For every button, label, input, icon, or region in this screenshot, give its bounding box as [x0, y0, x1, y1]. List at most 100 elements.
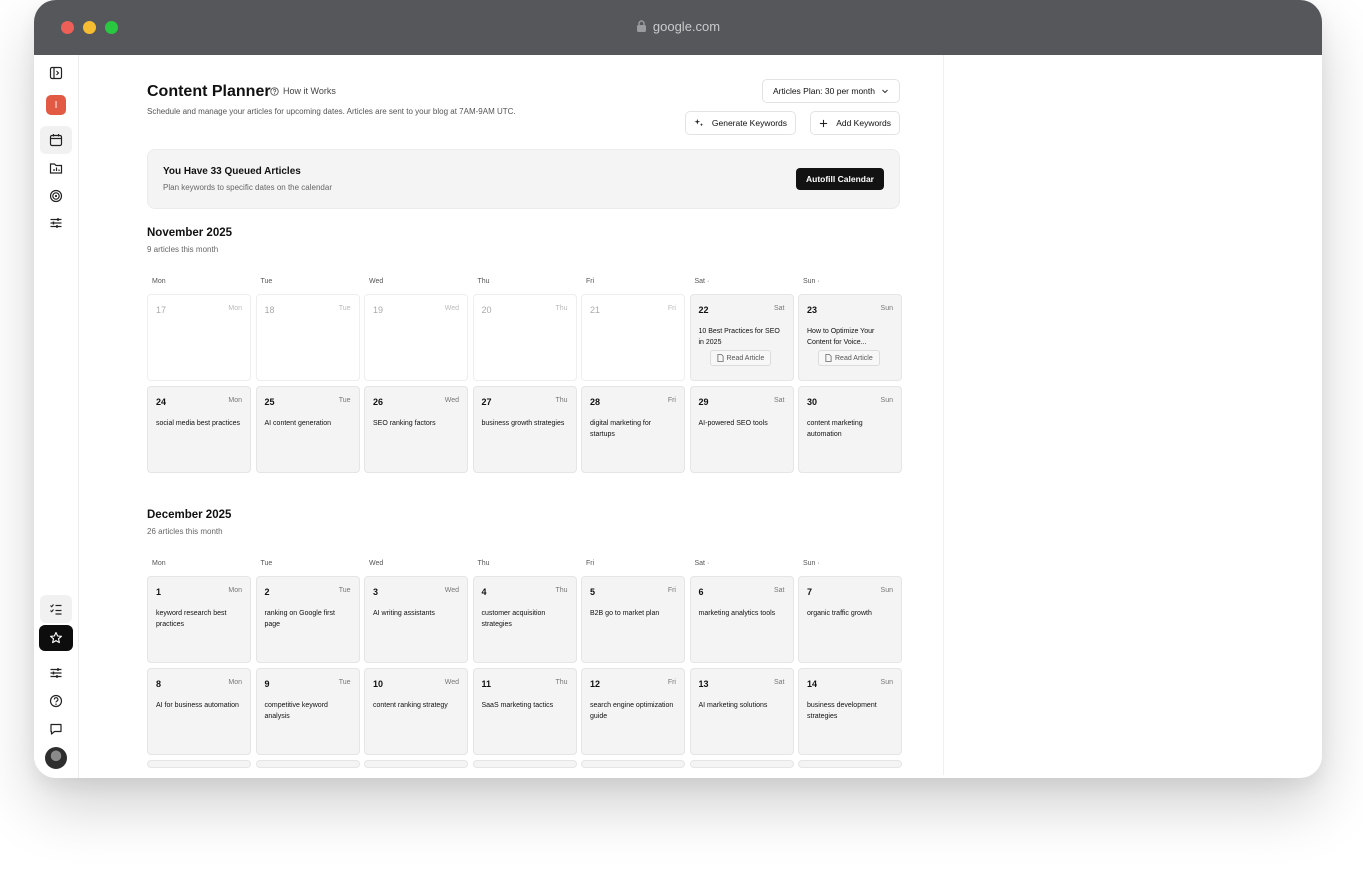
day-number: 19	[373, 305, 384, 315]
nav-settings-sliders[interactable]	[40, 209, 72, 237]
day-number: 7	[807, 587, 813, 597]
nav-articles[interactable]	[40, 154, 72, 182]
calendar-day[interactable]: 26 Wed SEO ranking factors	[364, 386, 468, 473]
calendar-day[interactable]: 19 Wed	[364, 294, 468, 381]
nav-feedback[interactable]	[40, 715, 72, 743]
calendar-day[interactable]: 4 Thu customer acquisition strategies	[472, 576, 577, 663]
sliders-icon	[50, 668, 62, 678]
sidebar-toggle-button[interactable]	[40, 59, 72, 87]
articles-plan-select[interactable]: Articles Plan: 30 per month	[761, 79, 900, 103]
add-keywords-button[interactable]: Add Keywords	[810, 111, 900, 135]
calendar-day[interactable]: 21 Fri	[581, 294, 685, 381]
weekday-label: Thu	[477, 560, 490, 567]
calendar-day[interactable]: 20 Thu	[472, 294, 577, 381]
chevron-down-icon	[882, 89, 888, 94]
calendar-day[interactable]: 14 Sun business development strategies	[798, 668, 902, 755]
app-body: I Content Planner How it Works Schedule …	[34, 55, 1322, 778]
day-topic: AI content generation	[264, 420, 332, 427]
url-text: google.com	[652, 19, 721, 34]
day-topic: B2B go to market plan	[590, 610, 660, 617]
calendar-day-partial	[255, 760, 360, 768]
generate-keywords-button[interactable]: Generate Keywords	[684, 111, 796, 135]
calendar-day[interactable]: 24 Mon social media best practices	[147, 386, 251, 473]
nav-favorites[interactable]	[39, 625, 73, 651]
day-number: 8	[156, 679, 162, 689]
calendar-day[interactable]: 7 Sun organic traffic growth	[798, 576, 902, 663]
day-topic: customer acquisition strategies	[481, 610, 546, 628]
calendar-day[interactable]: 18 Tue	[255, 294, 360, 381]
calendar-day-partial	[472, 760, 577, 768]
day-name: Sat	[773, 587, 785, 594]
day-number: 22	[698, 305, 709, 315]
weekday-label: Tue	[260, 278, 273, 285]
calendar-day[interactable]: 6 Sat marketing analytics tools	[689, 576, 794, 663]
plus-icon	[820, 119, 828, 127]
read-article-button[interactable]: Read Article	[709, 350, 772, 366]
help-icon	[49, 694, 63, 708]
calendar-day[interactable]: 22 Sat 10 Best Practices for SEO in 2025 Re…	[689, 294, 794, 381]
nav-checklist[interactable]	[40, 595, 72, 623]
nav-help[interactable]	[40, 687, 72, 715]
autofill-calendar-button[interactable]: Autofill Calendar	[795, 168, 884, 190]
sliders-icon	[50, 218, 62, 228]
calendar-day[interactable]: 9 Tue competitive keyword analysis	[255, 668, 360, 755]
nav-calendar[interactable]	[40, 126, 72, 154]
day-number: 3	[373, 587, 379, 597]
calendar-day[interactable]: 27 Thu business growth strategies	[472, 386, 577, 473]
calendar-day[interactable]: 11 Thu SaaS marketing tactics	[472, 668, 577, 755]
workspace-switcher[interactable]: I	[40, 91, 72, 119]
queue-title: You Have 33 Queued Articles	[163, 166, 301, 177]
help-icon	[270, 86, 279, 96]
day-name: Fri	[667, 679, 676, 686]
address-bar[interactable]: google.com	[34, 19, 1322, 35]
calendar-day[interactable]: 1 Mon keyword research best practices	[147, 576, 251, 663]
day-number: 21	[590, 305, 601, 315]
target-icon	[49, 189, 63, 203]
day-name: Sat	[773, 305, 785, 312]
sparkle-icon	[694, 118, 704, 127]
calendar-day[interactable]: 23 Sun How to Optimize Your Content for Vo…	[798, 294, 902, 381]
main-content: Content Planner How it Works Schedule an…	[79, 55, 944, 775]
workspace-badge: I	[46, 95, 66, 115]
calendar-day[interactable]: 3 Wed AI writing assistants	[364, 576, 468, 663]
calendar-day-partial	[581, 760, 685, 768]
day-name: Tue	[338, 587, 351, 594]
day-name: Wed	[444, 397, 459, 404]
folder-chart-icon	[49, 163, 63, 174]
day-topic: SaaS marketing tactics	[481, 702, 554, 709]
panel-toggle-icon	[49, 66, 63, 80]
calendar-day[interactable]: 13 Sat AI marketing solutions	[689, 668, 794, 755]
day-number: 28	[590, 397, 601, 407]
content-planner: Content Planner How it Works Schedule an…	[147, 79, 902, 768]
calendar-day[interactable]: 2 Tue ranking on Google first page	[255, 576, 360, 663]
user-avatar[interactable]	[45, 747, 67, 769]
day-topic: ranking on Google first page	[264, 610, 335, 628]
calendar-day[interactable]: 5 Fri B2B go to market plan	[581, 576, 685, 663]
day-topic: content marketing automation	[807, 420, 863, 438]
nav-targets[interactable]	[40, 182, 72, 210]
read-article-label: Read Article	[835, 354, 873, 362]
calendar-day[interactable]: 25 Tue AI content generation	[255, 386, 360, 473]
day-number: 29	[698, 397, 709, 407]
read-article-button[interactable]: Read Article	[818, 350, 880, 366]
calendar-day[interactable]: 12 Fri search engine optimization guide	[581, 668, 685, 755]
queue-subtitle: Plan keywords to specific dates on the c…	[163, 183, 332, 192]
calendar-day[interactable]: 8 Mon AI for business automation	[147, 668, 251, 755]
day-topic: business growth strategies	[481, 420, 565, 427]
day-name: Sun	[880, 679, 893, 686]
weekday-header: Mon Tue Wed Thu Fri Sat · Sun ·	[147, 560, 900, 576]
calendar-day[interactable]: 30 Sun content marketing automation	[798, 386, 902, 473]
calendar-day[interactable]: 29 Sat AI-powered SEO tools	[689, 386, 794, 473]
how-it-works-link[interactable]: How it Works	[270, 86, 336, 96]
day-number: 2	[264, 587, 270, 597]
day-name: Thu	[555, 587, 568, 594]
day-name: Tue	[338, 397, 351, 404]
day-topic: content ranking strategy	[373, 702, 448, 709]
nav-preferences[interactable]	[40, 659, 72, 687]
calendar-day[interactable]: 10 Wed content ranking strategy	[364, 668, 468, 755]
weekday-label: Sun ·	[803, 278, 820, 285]
calendar-day[interactable]: 28 Fri digital marketing for startups	[581, 386, 685, 473]
day-number: 11	[481, 679, 492, 689]
lock-icon	[636, 20, 647, 35]
calendar-day[interactable]: 17 Mon	[147, 294, 251, 381]
